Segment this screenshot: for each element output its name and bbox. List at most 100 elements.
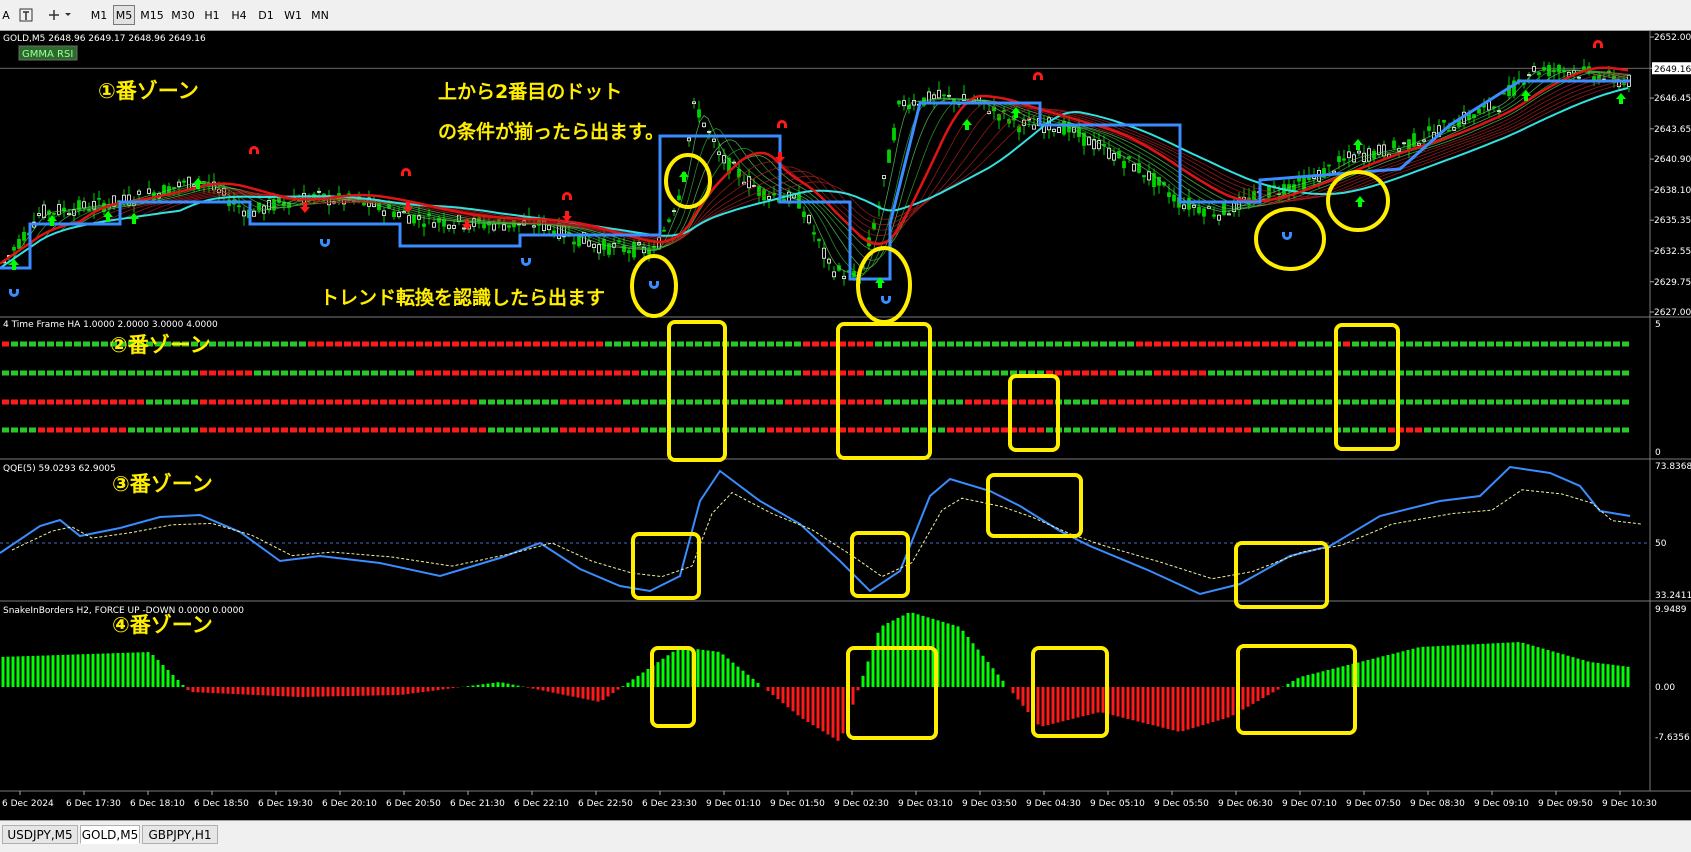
timeframe-m1[interactable]: M1	[88, 5, 110, 25]
ha-dot	[713, 427, 720, 433]
ha-dot	[623, 399, 630, 405]
ha-dot	[587, 427, 594, 433]
ha-dot	[1415, 399, 1422, 405]
time-axis-label: 6 Dec 23:30	[642, 799, 697, 809]
ha-dot	[875, 370, 882, 376]
ha-dot	[1415, 370, 1422, 376]
ha-dot	[1532, 370, 1539, 376]
ha-dot	[1406, 427, 1413, 433]
ha-dot	[110, 399, 117, 405]
time-axis-label: 9 Dec 07:50	[1346, 799, 1401, 809]
ha-dot	[551, 427, 558, 433]
price-tick-label: 2627.00	[1654, 308, 1691, 318]
ha-dot	[1487, 399, 1494, 405]
ha-dot	[461, 427, 468, 433]
timeframe-m30[interactable]: M30	[169, 5, 197, 25]
ha-dot	[515, 399, 522, 405]
ha-dot	[713, 341, 720, 347]
ha-dot	[1343, 370, 1350, 376]
ha-dot	[938, 427, 945, 433]
ha-dot	[821, 370, 828, 376]
candle-body	[827, 258, 831, 264]
time-axis-label: 6 Dec 2024	[2, 799, 54, 809]
ha-dot	[461, 399, 468, 405]
timeframe-mn[interactable]: MN	[308, 5, 332, 25]
candle-body	[382, 210, 386, 216]
timeframe-m5[interactable]: M5	[113, 5, 135, 25]
ha-dot	[497, 399, 504, 405]
time-axis-label: 9 Dec 01:10	[706, 799, 761, 809]
ha-dot	[317, 370, 324, 376]
ha-dot	[1208, 341, 1215, 347]
ha-dot	[1487, 427, 1494, 433]
candle-body	[187, 176, 191, 190]
ha-dot	[389, 341, 396, 347]
ha-dot	[686, 370, 693, 376]
candle-body	[1112, 153, 1116, 161]
ha-dot	[1433, 427, 1440, 433]
ha-dot	[281, 370, 288, 376]
crosshair-icon[interactable]	[44, 5, 74, 25]
ha-dot	[1559, 427, 1566, 433]
ha-dot	[281, 341, 288, 347]
indicator-label: GMMA RSI	[22, 49, 73, 60]
ha-dot	[353, 341, 360, 347]
ha-dot	[1514, 399, 1521, 405]
ha-dot	[209, 370, 216, 376]
ha-dot	[20, 370, 27, 376]
ha-dot	[281, 427, 288, 433]
timeframe-h4[interactable]: H4	[227, 5, 251, 25]
ha-dot	[1073, 427, 1080, 433]
ha-dot	[1064, 370, 1071, 376]
ha-dot	[1289, 370, 1296, 376]
ha-dot	[254, 399, 261, 405]
timeframe-w1[interactable]: W1	[281, 5, 305, 25]
ha-dot	[1217, 341, 1224, 347]
ha-dot	[119, 427, 126, 433]
ha-dot	[1370, 427, 1377, 433]
chart-area[interactable]: 2652.00 2649.16 2646.45 2643.65 2640.90 2638.…	[0, 31, 1691, 820]
timeframe-d1[interactable]: D1	[254, 5, 278, 25]
ha-dot	[2, 341, 9, 347]
ha-dot	[1163, 399, 1170, 405]
symbol-info: GOLD,M5 2648.96 2649.17 2648.96 2649.16	[3, 34, 206, 44]
ha-dot	[569, 427, 576, 433]
ha-dot	[1226, 427, 1233, 433]
ha-dot	[38, 370, 45, 376]
ha-dot	[533, 341, 540, 347]
ha-dot	[524, 341, 531, 347]
ha-dot	[416, 427, 423, 433]
candle-body	[767, 195, 771, 200]
ha-dot	[560, 341, 567, 347]
ha-dot	[1001, 341, 1008, 347]
ha-dot	[938, 399, 945, 405]
candle-body	[1172, 194, 1176, 202]
toolbar-left-glyph[interactable]: A	[0, 5, 12, 25]
ha-dot	[650, 370, 657, 376]
ha-dot	[911, 399, 918, 405]
chart-tab[interactable]: GBPJPY,H1	[142, 825, 218, 844]
candle-body	[1187, 197, 1191, 210]
candle-body	[822, 247, 826, 259]
ha-dot	[1028, 399, 1035, 405]
ha-dot	[137, 370, 144, 376]
candle-body	[817, 238, 821, 242]
ha-dot	[1577, 427, 1584, 433]
ha-dot	[749, 399, 756, 405]
ha-dot	[587, 341, 594, 347]
chart-tab[interactable]: USDJPY,M5	[2, 825, 78, 844]
ha-dot	[488, 370, 495, 376]
timeframe-h1[interactable]: H1	[200, 5, 224, 25]
ha-dot	[830, 427, 837, 433]
ha-dot	[821, 427, 828, 433]
chart-type-icon[interactable]	[16, 5, 36, 25]
ha-dot	[245, 370, 252, 376]
time-axis-label: 9 Dec 10:30	[1602, 799, 1657, 809]
timeframe-m15[interactable]: M15	[138, 5, 166, 25]
ha-dot	[398, 341, 405, 347]
ha-dot	[1199, 370, 1206, 376]
ha-dot	[965, 399, 972, 405]
ha-dot	[542, 427, 549, 433]
chart-tab[interactable]: GOLD,M5	[80, 825, 140, 844]
ha-dot	[1262, 341, 1269, 347]
